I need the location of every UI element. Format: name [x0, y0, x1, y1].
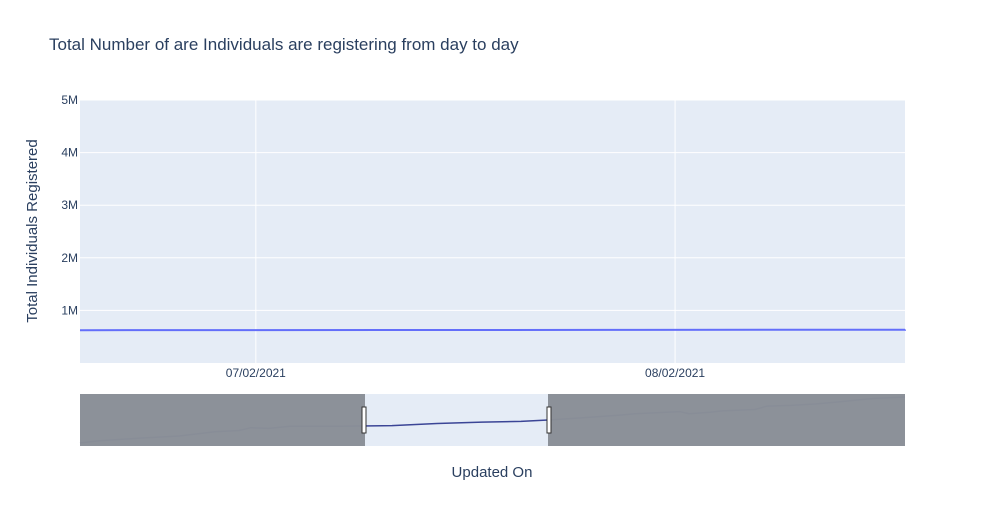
plot-background [80, 100, 905, 363]
y-tick-labels: 1M 2M 3M 4M 5M [61, 93, 78, 317]
x-tick-labels: 07/02/2021 08/02/2021 [226, 366, 706, 380]
series-line [79, 328, 906, 332]
y-tick-label: 1M [61, 303, 78, 317]
y-tick-label: 2M [61, 251, 78, 265]
range-slider-mask-right [548, 394, 905, 446]
chart-title: Total Number of are Individuals are regi… [49, 35, 519, 54]
chart-svg: Total Number of are Individuals are regi… [24, 35, 906, 481]
y-tick-label: 3M [61, 198, 78, 212]
y-axis-title: Total Individuals Registered [24, 139, 41, 322]
range-slider-mask-left [80, 394, 365, 446]
range-slider[interactable] [79, 394, 906, 446]
range-slider-handle-left[interactable] [361, 406, 367, 434]
range-slider-handle-right[interactable] [546, 406, 552, 434]
main-plot [79, 99, 906, 363]
y-tick-label: 4M [61, 146, 78, 160]
x-tick-label: 08/02/2021 [645, 366, 705, 380]
y-tick-label: 5M [61, 93, 78, 107]
x-tick-label: 07/02/2021 [226, 366, 286, 380]
x-axis-title: Updated On [452, 464, 533, 481]
